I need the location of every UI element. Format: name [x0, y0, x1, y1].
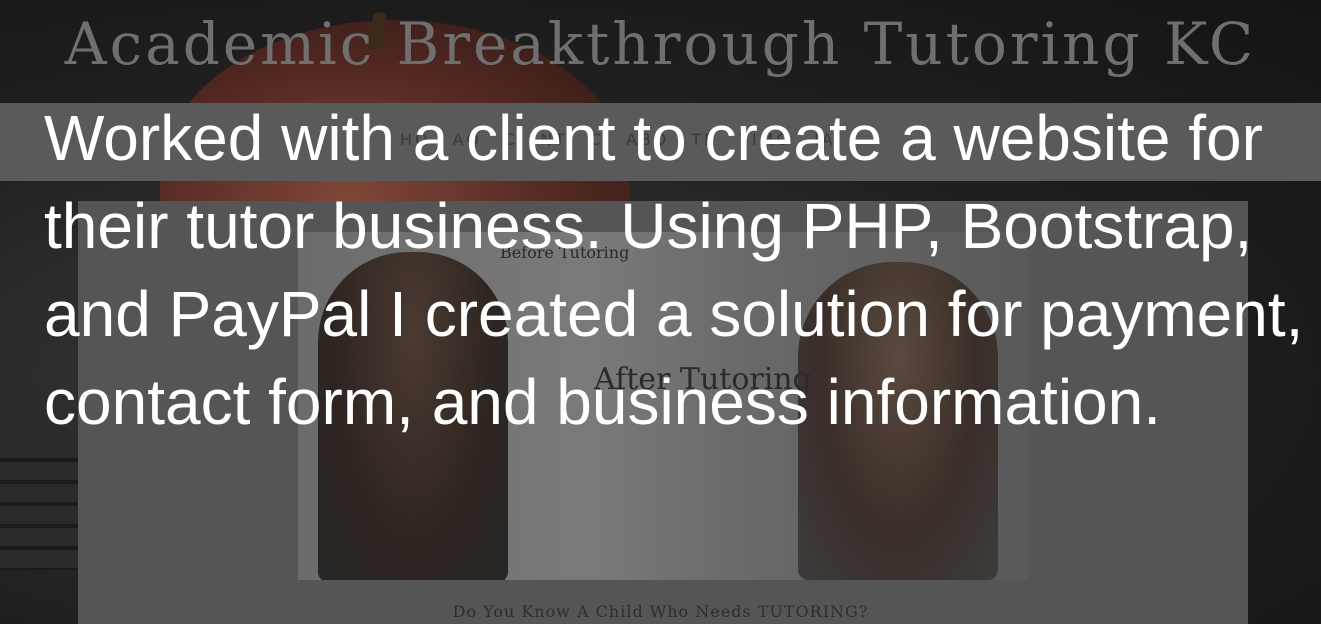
- cta-text: Do You Know A Child Who Needs TUTORING?: [452, 602, 869, 621]
- project-description: Worked with a client to create a website…: [44, 102, 1304, 438]
- site-title[interactable]: Academic Breakthrough Tutoring KC: [0, 10, 1321, 80]
- book-stack-image: [0, 440, 80, 570]
- portfolio-preview: Academic Breakthrough Tutoring KC HO AQ …: [0, 0, 1321, 624]
